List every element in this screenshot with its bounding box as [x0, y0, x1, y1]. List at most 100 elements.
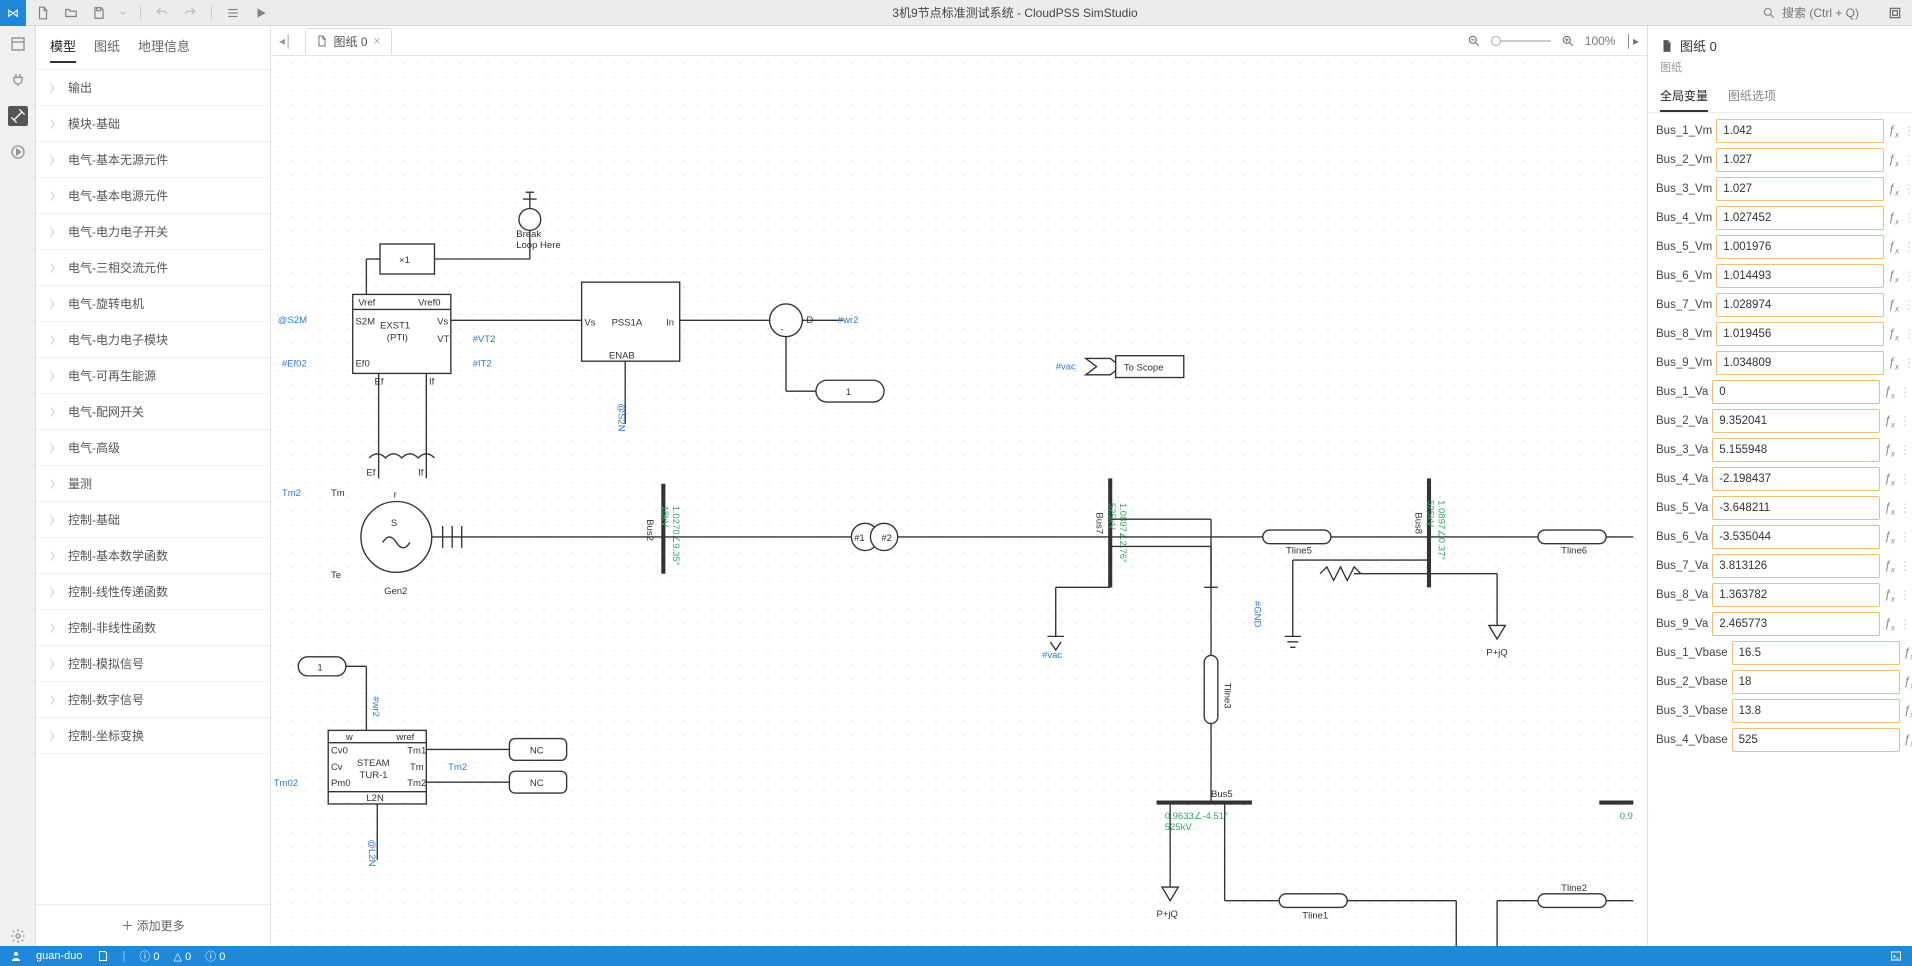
fx-button[interactable]: ƒx: [1904, 674, 1912, 690]
drag-handle-icon[interactable]: ⋮: [1903, 298, 1912, 312]
var-value-input[interactable]: [1712, 438, 1880, 462]
category-item[interactable]: 〉电气-电力电子开关: [36, 214, 270, 250]
category-item[interactable]: 〉电气-电力电子模块: [36, 322, 270, 358]
drag-handle-icon[interactable]: ⋮: [1899, 414, 1911, 428]
drag-handle-icon[interactable]: ⋮: [1899, 501, 1911, 515]
fx-button[interactable]: ƒx: [1884, 529, 1895, 545]
drag-handle-icon[interactable]: ⋮: [1899, 559, 1911, 573]
expand-right-icon[interactable]: │▸: [1625, 34, 1639, 48]
var-value-input[interactable]: [1716, 235, 1884, 259]
drag-handle-icon[interactable]: ⋮: [1899, 472, 1911, 486]
category-item[interactable]: 〉控制-基本数学函数: [36, 538, 270, 574]
category-item[interactable]: 〉控制-数字信号: [36, 682, 270, 718]
var-value-input[interactable]: [1712, 496, 1880, 520]
tab-global-vars[interactable]: 全局变量: [1660, 87, 1708, 112]
category-item[interactable]: 〉控制-基础: [36, 502, 270, 538]
open-file-icon[interactable]: [64, 6, 78, 20]
var-value-input[interactable]: [1712, 583, 1880, 607]
fx-button[interactable]: ƒx: [1888, 297, 1899, 313]
category-item[interactable]: 〉电气-可再生能源: [36, 358, 270, 394]
category-item[interactable]: 〉电气-基本电源元件: [36, 178, 270, 214]
rail-play-icon[interactable]: [8, 142, 28, 162]
schematic-canvas[interactable]: BreakLoop Here ×1 EXST1 (PTI) Vref Vref0…: [271, 56, 1647, 946]
fx-button[interactable]: ƒx: [1884, 587, 1895, 603]
fx-button[interactable]: ƒx: [1888, 152, 1899, 168]
drag-handle-icon[interactable]: ⋮: [1903, 124, 1912, 138]
var-value-input[interactable]: [1716, 206, 1884, 230]
collapse-left-icon[interactable]: ◂│: [279, 34, 299, 48]
drag-handle-icon[interactable]: ⋮: [1903, 153, 1912, 167]
fx-button[interactable]: ƒx: [1884, 442, 1895, 458]
add-more-button[interactable]: ＋ 添加更多: [36, 904, 270, 946]
rail-plug-icon[interactable]: [8, 70, 28, 90]
category-item[interactable]: 〉电气-三相交流元件: [36, 250, 270, 286]
fx-button[interactable]: ƒx: [1888, 123, 1899, 139]
var-value-input[interactable]: [1732, 728, 1900, 752]
drag-handle-icon[interactable]: ⋮: [1899, 385, 1911, 399]
fullscreen-icon[interactable]: [1888, 6, 1902, 20]
drag-handle-icon[interactable]: ⋮: [1903, 182, 1912, 196]
zoom-slider[interactable]: [1491, 40, 1551, 42]
drag-handle-icon[interactable]: ⋮: [1903, 269, 1912, 283]
search-box[interactable]: [1752, 6, 1912, 20]
category-item[interactable]: 〉控制-线性传递函数: [36, 574, 270, 610]
close-tab-icon[interactable]: ×: [374, 34, 381, 48]
rail-settings-icon[interactable]: [8, 926, 28, 946]
tab-sheets[interactable]: 图纸: [94, 36, 120, 63]
drag-handle-icon[interactable]: ⋮: [1903, 356, 1912, 370]
var-value-input[interactable]: [1712, 525, 1880, 549]
drag-handle-icon[interactable]: ⋮: [1899, 617, 1911, 631]
save-icon[interactable]: [92, 6, 106, 20]
var-value-input[interactable]: [1732, 670, 1900, 694]
list-icon[interactable]: [226, 6, 240, 20]
var-value-input[interactable]: [1712, 554, 1880, 578]
var-value-input[interactable]: [1732, 699, 1900, 723]
fx-button[interactable]: ƒx: [1884, 616, 1895, 632]
fx-button[interactable]: ƒx: [1904, 645, 1912, 661]
fx-button[interactable]: ƒx: [1904, 732, 1912, 748]
var-value-input[interactable]: [1712, 467, 1880, 491]
undo-icon[interactable]: [155, 6, 169, 20]
category-item[interactable]: 〉控制-非线性函数: [36, 610, 270, 646]
search-input[interactable]: [1782, 6, 1882, 20]
app-logo[interactable]: ⋈: [0, 0, 26, 26]
var-value-input[interactable]: [1716, 351, 1884, 375]
fx-button[interactable]: ƒx: [1888, 326, 1899, 342]
drag-handle-icon[interactable]: ⋮: [1899, 588, 1911, 602]
zoom-in-icon[interactable]: [1561, 34, 1575, 48]
drag-handle-icon[interactable]: ⋮: [1903, 327, 1912, 341]
var-value-input[interactable]: [1712, 409, 1880, 433]
var-value-input[interactable]: [1716, 264, 1884, 288]
category-item[interactable]: 〉量测: [36, 466, 270, 502]
fx-button[interactable]: ƒx: [1888, 268, 1899, 284]
fx-button[interactable]: ƒx: [1888, 355, 1899, 371]
fx-button[interactable]: ƒx: [1884, 558, 1895, 574]
terminal-icon[interactable]: [1890, 950, 1902, 962]
tab-geo[interactable]: 地理信息: [138, 36, 190, 63]
drag-handle-icon[interactable]: ⋮: [1899, 443, 1911, 457]
var-value-input[interactable]: [1716, 322, 1884, 346]
fx-button[interactable]: ƒx: [1904, 703, 1912, 719]
var-value-input[interactable]: [1712, 380, 1880, 404]
fx-button[interactable]: ƒx: [1884, 500, 1895, 516]
drag-handle-icon[interactable]: ⋮: [1903, 211, 1912, 225]
canvas-tab-0[interactable]: 图纸 0 ×: [305, 28, 392, 54]
category-item[interactable]: 〉输出: [36, 70, 270, 106]
fx-button[interactable]: ƒx: [1888, 210, 1899, 226]
fx-button[interactable]: ƒx: [1888, 181, 1899, 197]
drag-handle-icon[interactable]: ⋮: [1903, 240, 1912, 254]
category-item[interactable]: 〉电气-配网开关: [36, 394, 270, 430]
rail-overview-icon[interactable]: [8, 34, 28, 54]
save-dropdown-icon[interactable]: [120, 6, 126, 20]
var-value-input[interactable]: [1716, 119, 1884, 143]
fx-button[interactable]: ƒx: [1884, 413, 1895, 429]
fx-button[interactable]: ƒx: [1884, 471, 1895, 487]
tab-model[interactable]: 模型: [50, 36, 76, 63]
var-value-input[interactable]: [1716, 177, 1884, 201]
var-value-input[interactable]: [1716, 148, 1884, 172]
redo-icon[interactable]: [183, 6, 197, 20]
tab-sheet-options[interactable]: 图纸选项: [1728, 87, 1776, 112]
category-item[interactable]: 〉电气-基本无源元件: [36, 142, 270, 178]
drag-handle-icon[interactable]: ⋮: [1899, 530, 1911, 544]
rail-tools-icon[interactable]: [8, 106, 28, 126]
